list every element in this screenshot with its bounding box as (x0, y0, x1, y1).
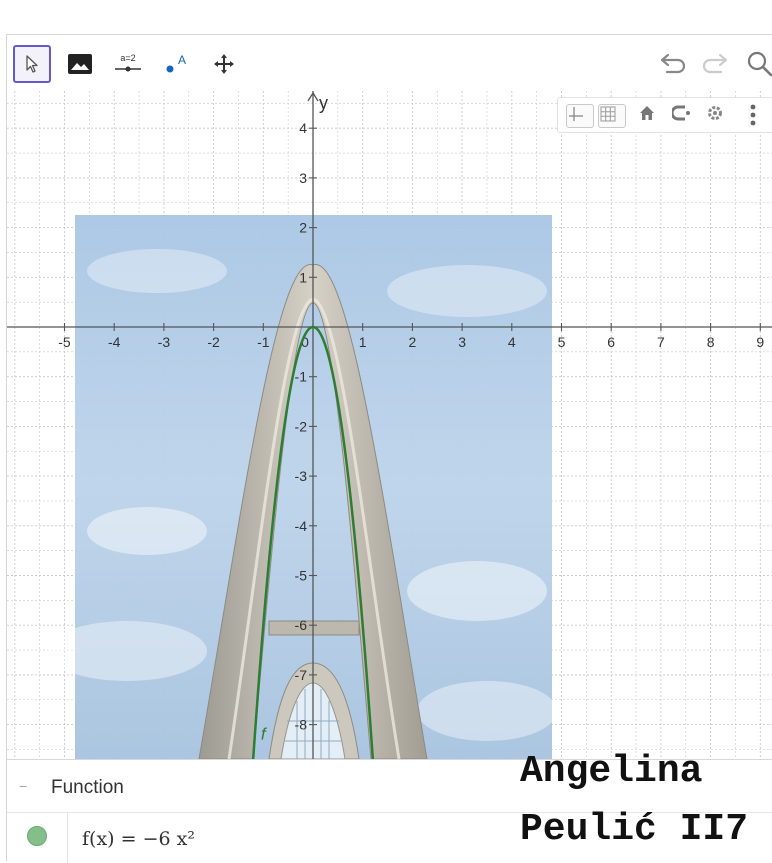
function-definition[interactable]: f(x) = −6 x² (82, 828, 195, 850)
graphics-view[interactable]: -5 -4 -3 -2 -1 0 1 2 3 4 5 6 7 8 9 4 3 2 1 -1 -2 -3 -4 -5 -6 -7 -8… (7, 91, 772, 759)
point-tool-label: A (178, 53, 186, 67)
more-vertical-icon (750, 104, 756, 126)
y-tick-label: 3 (299, 170, 307, 186)
grid-icon (600, 106, 616, 122)
collapse-icon[interactable]: − (19, 778, 27, 794)
x-tick-label: 2 (409, 334, 417, 350)
y-tick-label: -3 (295, 468, 308, 484)
algebra-section-title: Function (51, 777, 124, 798)
y-tick-label: -4 (295, 518, 308, 534)
y-tick-label: -1 (295, 369, 308, 385)
slider-tool-button[interactable]: a=2 (109, 45, 147, 83)
browser-top-bar (0, 0, 772, 34)
geogebra-app: a=2 A -5 -4 -3 -2 -1 0 1 2 3 4 5 6 7 8 9… (6, 34, 772, 863)
y-tick-label: 1 (299, 269, 307, 285)
search-icon[interactable] (745, 49, 772, 77)
x-tick-label: 5 (558, 334, 566, 350)
x-tick-label: 6 (607, 334, 615, 350)
y-tick-label: -5 (295, 568, 308, 584)
gear-icon (708, 106, 722, 120)
x-tick-label: -5 (58, 334, 71, 350)
x-tick-label: 3 (458, 334, 466, 350)
graphics-canvas[interactable]: -5 -4 -3 -2 -1 0 1 2 3 4 5 6 7 8 94321-1-2-3-4-5-6-7-8… (7, 91, 772, 759)
x-tick-label: 8 (707, 334, 715, 350)
x-tick-label: 4 (508, 334, 516, 350)
x-tick-label: 1 (359, 334, 367, 350)
x-tick-label: 7 (657, 334, 665, 350)
slider-icon: a=2 (115, 53, 141, 72)
y-tick-label: 4 (299, 120, 307, 136)
point-capture-icon (672, 105, 690, 121)
x-tick-label: -3 (158, 334, 171, 350)
point-capturing-button[interactable] (672, 104, 700, 128)
y-axis-label: y (319, 93, 328, 113)
graphics-style-bar (557, 97, 772, 133)
x-tick-label: -2 (207, 334, 220, 350)
point-tool-button[interactable]: A (157, 45, 195, 83)
more-options-button[interactable] (750, 104, 766, 128)
move-arrows-icon (214, 54, 234, 74)
move-graphics-view-button[interactable] (205, 45, 243, 83)
axes-icon (569, 107, 583, 121)
y-tick-label: -6 (295, 617, 308, 633)
redo-icon[interactable] (699, 49, 729, 75)
caption-line-1: Angelina (520, 750, 703, 793)
x-tick-label: -1 (257, 334, 270, 350)
y-tick-label: -8 (295, 717, 308, 733)
home-icon (640, 106, 654, 120)
standard-view-button[interactable] (638, 104, 666, 128)
toggle-grid-button[interactable] (598, 104, 626, 128)
slider-tool-label: a=2 (120, 53, 135, 63)
move-tool-button[interactable] (13, 45, 51, 83)
caption-line-2: Peulić II7 (520, 808, 749, 851)
toggle-axes-button[interactable] (566, 104, 594, 128)
graphics-settings-button[interactable] (706, 104, 734, 128)
x-tick-label: -4 (108, 334, 121, 350)
algebra-row-divider (67, 813, 68, 863)
point-icon: A (166, 53, 186, 73)
x-tick-label: 9 (756, 334, 764, 350)
y-tick-label: -2 (295, 418, 308, 434)
y-tick-label: -7 (295, 667, 308, 683)
arrow-cursor-icon (26, 55, 38, 73)
image-icon (68, 54, 92, 74)
toolbar: a=2 A (7, 35, 772, 91)
image-tool-button[interactable] (61, 45, 99, 83)
undo-icon[interactable] (659, 49, 689, 75)
visibility-toggle-dot[interactable] (27, 826, 47, 846)
y-tick-label: 2 (299, 220, 307, 236)
